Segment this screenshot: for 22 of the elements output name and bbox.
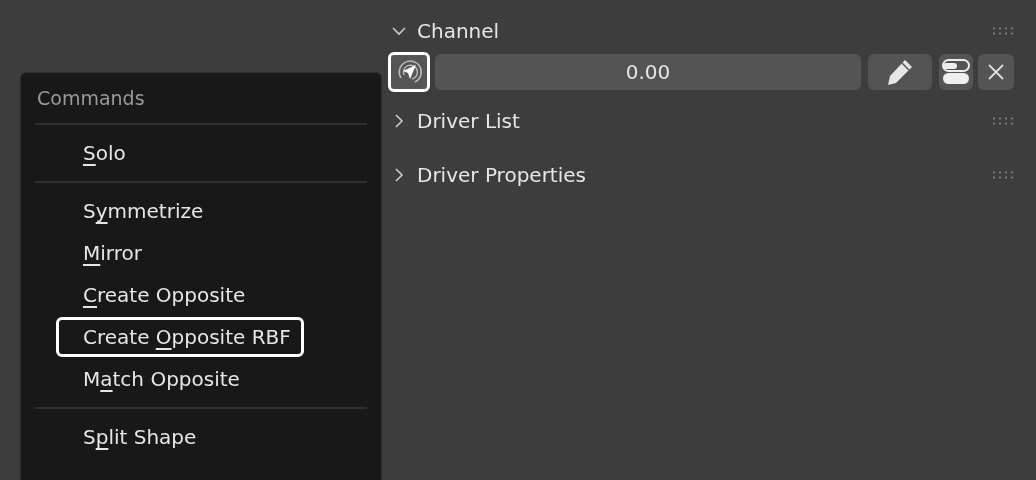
menu-title: Commands [36, 87, 146, 111]
toggle-button[interactable] [939, 54, 973, 90]
menu-item[interactable]: Solo [56, 133, 139, 173]
drag-handle-icon[interactable] [992, 117, 1014, 125]
drag-handle-icon[interactable] [992, 171, 1014, 179]
target-button[interactable] [388, 52, 430, 92]
panel-title[interactable]: Channel [417, 19, 500, 43]
pencil-icon [885, 57, 915, 87]
close-icon [987, 63, 1005, 81]
toggle-icon [942, 58, 970, 86]
menu-item[interactable]: Mirror [56, 233, 155, 273]
drag-handle-icon[interactable] [992, 27, 1014, 35]
menu-item[interactable]: Create Opposite [56, 275, 259, 315]
menu-item[interactable]: Create Opposite RBF [56, 317, 304, 357]
menu-item[interactable]: Symmetrize [56, 191, 217, 231]
panel-title[interactable]: Driver Properties [417, 163, 586, 187]
menu-item[interactable]: Match Opposite [56, 359, 253, 399]
value-field[interactable]: 0.00 [435, 54, 861, 90]
panel-title[interactable]: Driver List [417, 109, 520, 133]
menu-item[interactable]: Split Shape [56, 417, 210, 457]
edit-button[interactable] [868, 54, 932, 90]
close-button[interactable] [978, 54, 1014, 90]
